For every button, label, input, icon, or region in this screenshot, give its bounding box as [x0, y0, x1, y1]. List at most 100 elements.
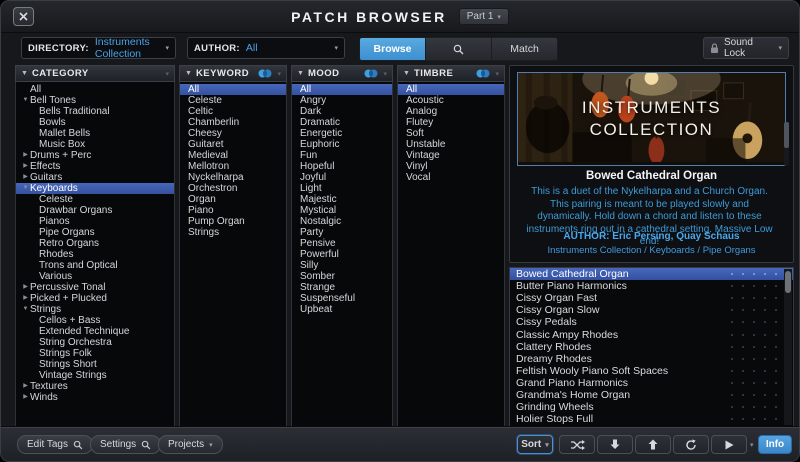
timbre-item[interactable]: Soft: [398, 128, 504, 139]
patch-row[interactable]: Feltish Wooly Piano Soft Spaces: [510, 365, 793, 377]
rating-dot[interactable]: [731, 382, 733, 384]
rating-dot[interactable]: [753, 285, 755, 287]
mood-item[interactable]: Somber: [292, 271, 392, 282]
part-selector[interactable]: Part 1 ▾: [459, 8, 509, 25]
keyword-column-header[interactable]: ▼KEYWORD▾: [179, 65, 287, 82]
rating-dot[interactable]: [753, 297, 755, 299]
author-dropdown[interactable]: AUTHOR: All ▾: [187, 37, 345, 59]
timbre-item[interactable]: Acoustic: [398, 95, 504, 106]
mood-item[interactable]: Powerful: [292, 249, 392, 260]
category-item[interactable]: Retro Organs: [16, 238, 174, 249]
play-button[interactable]: [711, 435, 747, 454]
category-item[interactable]: Trons and Optical: [16, 260, 174, 271]
category-item[interactable]: Strings Folk: [16, 348, 174, 359]
category-item[interactable]: Celeste: [16, 194, 174, 205]
rating-dot[interactable]: [753, 346, 755, 348]
keyword-item[interactable]: Nyckelharpa: [180, 172, 286, 183]
tree-expanded-icon[interactable]: ▼: [21, 304, 30, 315]
tab-search[interactable]: [426, 38, 492, 60]
category-item[interactable]: Cellos + Bass: [16, 315, 174, 326]
rating-dot[interactable]: [775, 297, 777, 299]
rating-dot[interactable]: [775, 370, 777, 372]
rating-dot[interactable]: [753, 273, 755, 275]
mood-item[interactable]: Dramatic: [292, 117, 392, 128]
rating-dot[interactable]: [775, 285, 777, 287]
timbre-item[interactable]: Analog: [398, 106, 504, 117]
mood-item[interactable]: Dark: [292, 106, 392, 117]
patch-row[interactable]: Holier Stops Full: [510, 413, 793, 425]
rating-dots[interactable]: [731, 377, 777, 389]
category-item[interactable]: String Orchestra: [16, 337, 174, 348]
mood-column-header[interactable]: ▼MOOD▾: [291, 65, 393, 82]
rating-dot[interactable]: [753, 418, 755, 420]
rating-dot[interactable]: [764, 309, 766, 311]
rating-dot[interactable]: [775, 406, 777, 408]
category-item[interactable]: Bowls: [16, 117, 174, 128]
rating-dot[interactable]: [753, 382, 755, 384]
category-item[interactable]: ▶Drums + Perc: [16, 150, 174, 161]
rating-dots[interactable]: [731, 328, 777, 340]
keyword-item[interactable]: Mellotron: [180, 161, 286, 172]
rating-dot[interactable]: [764, 297, 766, 299]
rating-dot[interactable]: [764, 370, 766, 372]
rating-dot[interactable]: [731, 309, 733, 311]
rating-dot[interactable]: [731, 358, 733, 360]
rating-dot[interactable]: [775, 346, 777, 348]
mood-item[interactable]: Euphoric: [292, 139, 392, 150]
keyword-item[interactable]: Cheesy: [180, 128, 286, 139]
patch-row[interactable]: Butter Piano Harmonics: [510, 280, 793, 292]
category-item[interactable]: Strings Short: [16, 359, 174, 370]
category-item[interactable]: ▶Picked + Plucked: [16, 293, 174, 304]
keyword-item[interactable]: Guitaret: [180, 139, 286, 150]
category-item[interactable]: Mallet Bells: [16, 128, 174, 139]
rating-dot[interactable]: [742, 418, 744, 420]
patch-row[interactable]: Cissy Pedals: [510, 316, 793, 328]
and-or-filter-icon[interactable]: [258, 69, 272, 78]
patch-row[interactable]: Cissy Organ Fast: [510, 292, 793, 304]
category-item[interactable]: ▼Bell Tones: [16, 95, 174, 106]
keyword-item[interactable]: Celeste: [180, 95, 286, 106]
rating-dot[interactable]: [731, 418, 733, 420]
patch-list-scrollbar-thumb[interactable]: [785, 271, 791, 293]
keyword-item[interactable]: Strings: [180, 227, 286, 238]
rating-dot[interactable]: [753, 321, 755, 323]
rating-dot[interactable]: [731, 406, 733, 408]
timbre-item[interactable]: Flutey: [398, 117, 504, 128]
rating-dot[interactable]: [731, 297, 733, 299]
settings-button[interactable]: Settings: [90, 435, 161, 454]
mood-item[interactable]: All: [292, 84, 392, 95]
timbre-item[interactable]: Unstable: [398, 139, 504, 150]
rating-dot[interactable]: [764, 358, 766, 360]
patch-row[interactable]: Grandma's Home Organ: [510, 389, 793, 401]
mood-item[interactable]: Silly: [292, 260, 392, 271]
category-item[interactable]: Bells Traditional: [16, 106, 174, 117]
mood-item[interactable]: Upbeat: [292, 304, 392, 315]
rating-dot[interactable]: [742, 394, 744, 396]
sound-lock-dropdown[interactable]: Sound Lock ▾: [703, 37, 789, 59]
rating-dot[interactable]: [764, 418, 766, 420]
timbre-item[interactable]: All: [398, 84, 504, 95]
mood-item[interactable]: Strange: [292, 282, 392, 293]
category-item[interactable]: ▼Keyboards: [16, 183, 174, 194]
patch-row[interactable]: Grand Piano Harmonics: [510, 377, 793, 389]
rating-dot[interactable]: [753, 406, 755, 408]
mood-item[interactable]: Fun: [292, 150, 392, 161]
mood-item[interactable]: Energetic: [292, 128, 392, 139]
mood-item[interactable]: Pensive: [292, 238, 392, 249]
mood-item[interactable]: Hopeful: [292, 161, 392, 172]
rating-dots[interactable]: [731, 280, 777, 292]
category-item[interactable]: ▶Percussive Tonal: [16, 282, 174, 293]
keyword-item[interactable]: Pump Organ: [180, 216, 286, 227]
rating-dot[interactable]: [764, 382, 766, 384]
mood-item[interactable]: Nostalgic: [292, 216, 392, 227]
rating-dot[interactable]: [731, 394, 733, 396]
rating-dot[interactable]: [731, 370, 733, 372]
category-item[interactable]: Drawbar Organs: [16, 205, 174, 216]
tree-expanded-icon[interactable]: ▼: [21, 183, 30, 194]
rating-dot[interactable]: [742, 309, 744, 311]
mood-item[interactable]: Suspenseful: [292, 293, 392, 304]
patch-row[interactable]: Cissy Organ Slow: [510, 304, 793, 316]
rating-dot[interactable]: [753, 358, 755, 360]
category-item[interactable]: All: [16, 84, 174, 95]
rating-dot[interactable]: [775, 334, 777, 336]
